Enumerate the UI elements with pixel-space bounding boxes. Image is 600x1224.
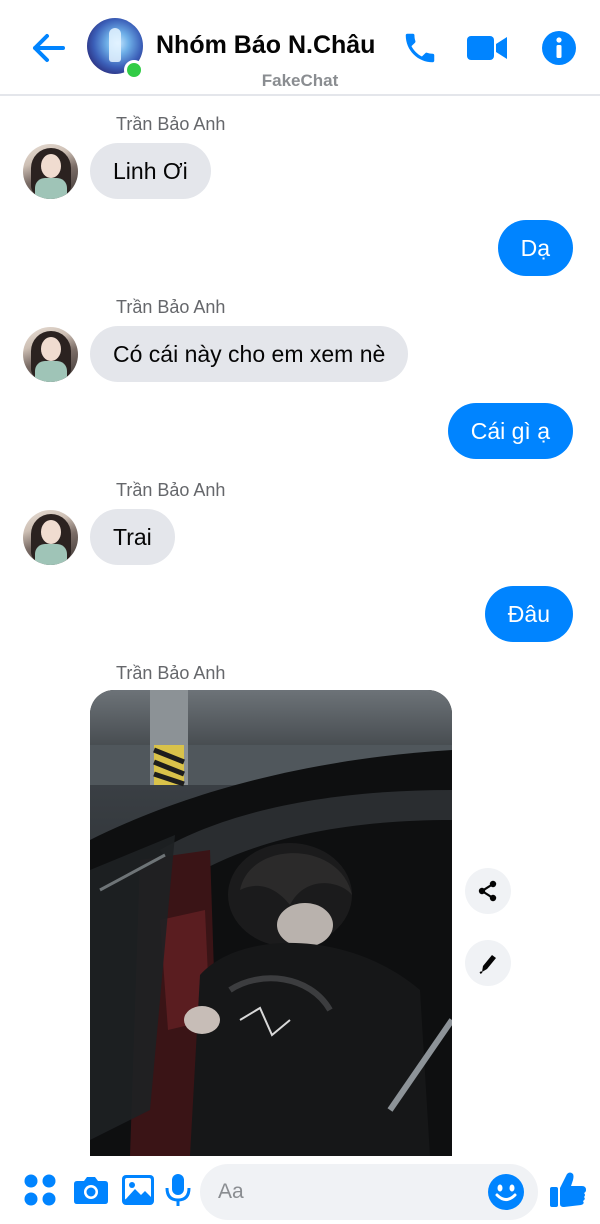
chat-subtitle: FakeChat [261, 71, 339, 90]
phone-icon[interactable] [398, 26, 442, 70]
sender-avatar[interactable] [23, 144, 78, 199]
gallery-icon[interactable] [118, 1168, 158, 1212]
video-call-icon[interactable] [465, 26, 509, 70]
thumbs-up-icon[interactable] [546, 1168, 590, 1212]
message-bubble-incoming[interactable]: Linh Ơi [90, 143, 211, 199]
sender-avatar[interactable] [23, 510, 78, 565]
photo-message[interactable] [90, 690, 452, 1156]
edit-icon[interactable] [465, 940, 511, 986]
message-bubble-incoming[interactable]: Có cái này cho em xem nè [90, 326, 409, 382]
message-composer [0, 1156, 600, 1224]
sender-name: Trần Bảo Anh [116, 297, 226, 317]
message-bubble-outgoing[interactable]: Cái gì ạ [447, 403, 573, 459]
info-icon[interactable] [537, 26, 581, 70]
chat-title[interactable]: Nhóm Báo N.Châu [156, 31, 375, 60]
message-bubble-outgoing[interactable]: Đâu [484, 586, 573, 642]
message-input[interactable] [218, 1164, 478, 1220]
sender-name: Trần Bảo Anh [116, 114, 226, 134]
microphone-icon[interactable] [158, 1168, 198, 1212]
chat-header: Nhóm Báo N.Châu FakeChat [0, 0, 600, 96]
apps-grid-icon[interactable] [20, 1168, 60, 1212]
camera-icon[interactable] [71, 1168, 111, 1212]
emoji-icon[interactable] [486, 1172, 526, 1212]
back-arrow-icon[interactable] [28, 28, 68, 68]
message-input-container [200, 1164, 538, 1220]
sender-name: Trần Bảo Anh [116, 480, 226, 500]
share-icon[interactable] [465, 868, 511, 914]
message-bubble-incoming[interactable]: Trai [90, 509, 175, 565]
sender-avatar[interactable] [23, 327, 78, 382]
sender-name: Trần Bảo Anh [116, 663, 226, 683]
message-bubble-outgoing[interactable]: Dạ [497, 220, 573, 276]
